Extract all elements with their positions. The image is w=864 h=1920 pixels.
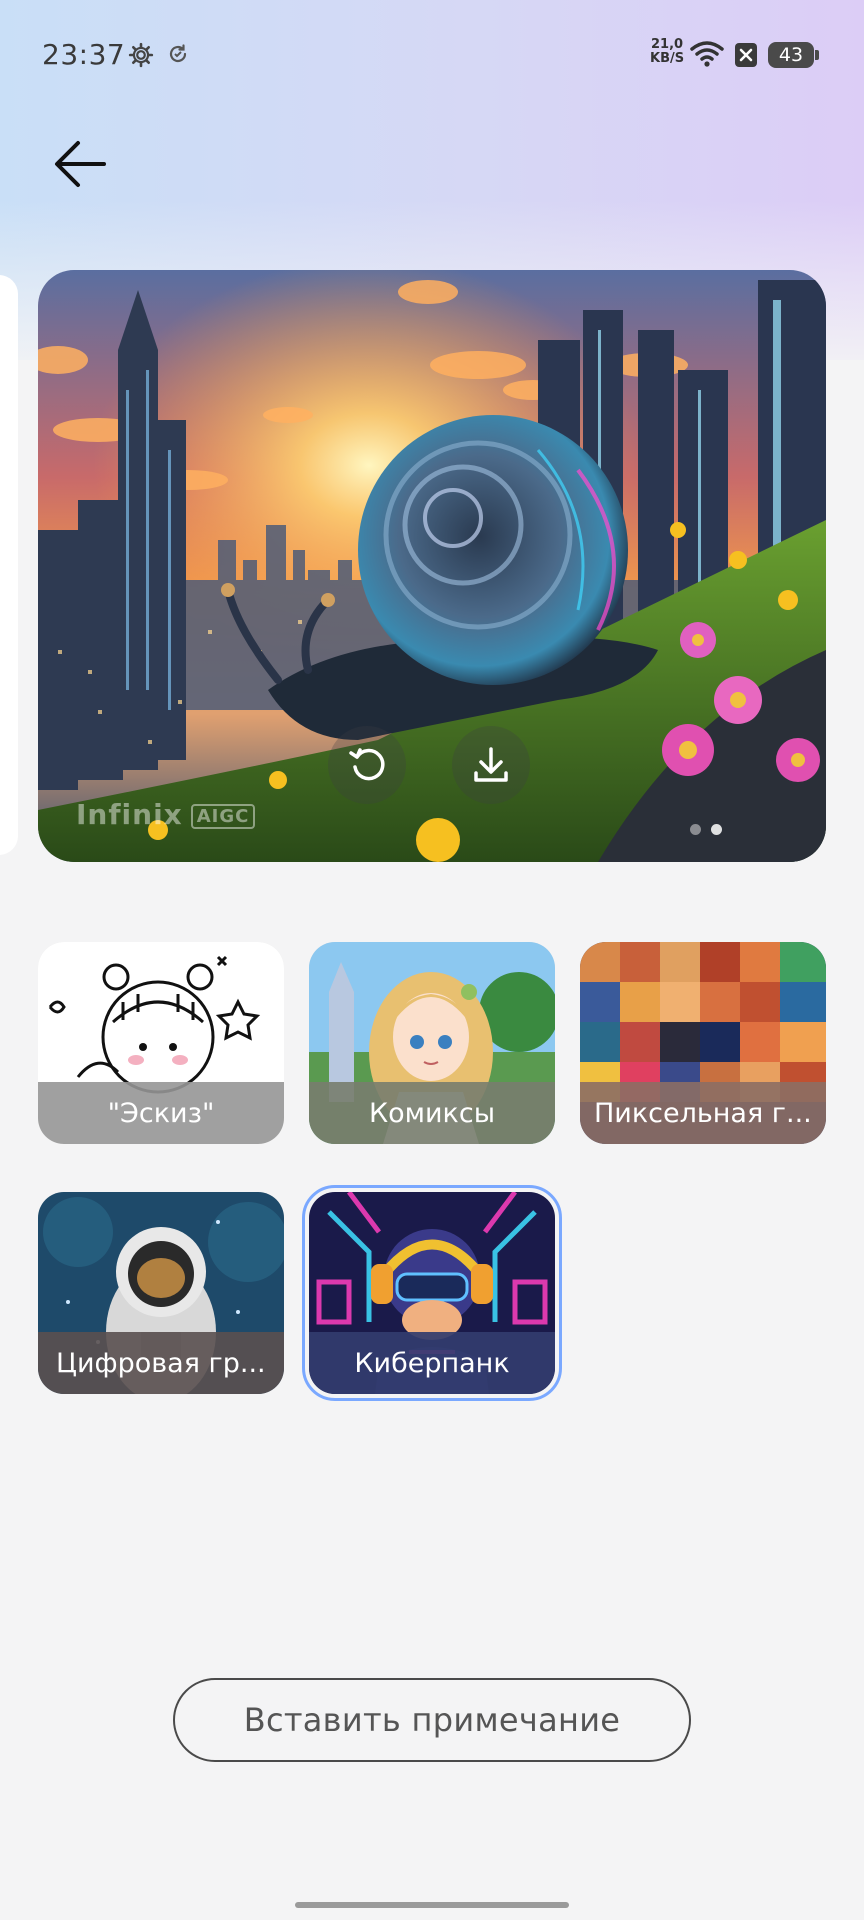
regenerate-button[interactable] [328,726,406,804]
download-icon [474,747,508,782]
watermark-badge: AIGC [190,803,256,829]
watermark-text: Infinix [76,798,183,831]
download-button[interactable] [452,726,530,804]
style-card-digital[interactable]: Цифровая гр... [38,1192,284,1394]
style-label: "Эскиз" [38,1082,284,1144]
refresh-icon [349,748,385,781]
insert-note-button[interactable]: Вставить примечание [173,1678,691,1762]
style-card-comics[interactable]: Комиксы [309,942,555,1144]
style-label: Пиксельная г... [580,1082,826,1144]
page-dot-active [711,824,722,835]
gear-icon [128,42,154,68]
back-button[interactable] [52,138,112,190]
style-card-pixel[interactable]: Пиксельная г... [580,942,826,1144]
style-label: Киберпанк [309,1332,555,1394]
cyberpunk-snail-image [38,270,826,862]
page-dot [690,824,701,835]
battery-icon: 43 [768,42,819,68]
previous-image-peek[interactable] [0,275,18,855]
net-speed-unit: KB/S [650,51,685,66]
style-label: Комиксы [309,1082,555,1144]
page-indicator [690,820,732,839]
close-box-icon [735,43,757,67]
net-speed-value: 21,0 [651,37,684,52]
arrow-left-icon [55,141,106,187]
style-card-cyberpunk[interactable]: Киберпанк [302,1185,562,1401]
generated-image: Infinix AIGC [38,270,826,862]
net-speed: 21,0 KB/S [650,38,684,66]
style-label: Цифровая гр... [38,1332,284,1394]
wifi-icon [690,41,724,67]
sync-icon [169,44,187,63]
home-indicator[interactable] [295,1902,569,1908]
status-bar: 23:37 21,0 KB/S 43 [0,0,864,110]
style-card-sketch[interactable]: "Эскиз" [38,942,284,1144]
watermark: Infinix AIGC [76,798,256,831]
status-time: 23:37 [42,38,126,71]
